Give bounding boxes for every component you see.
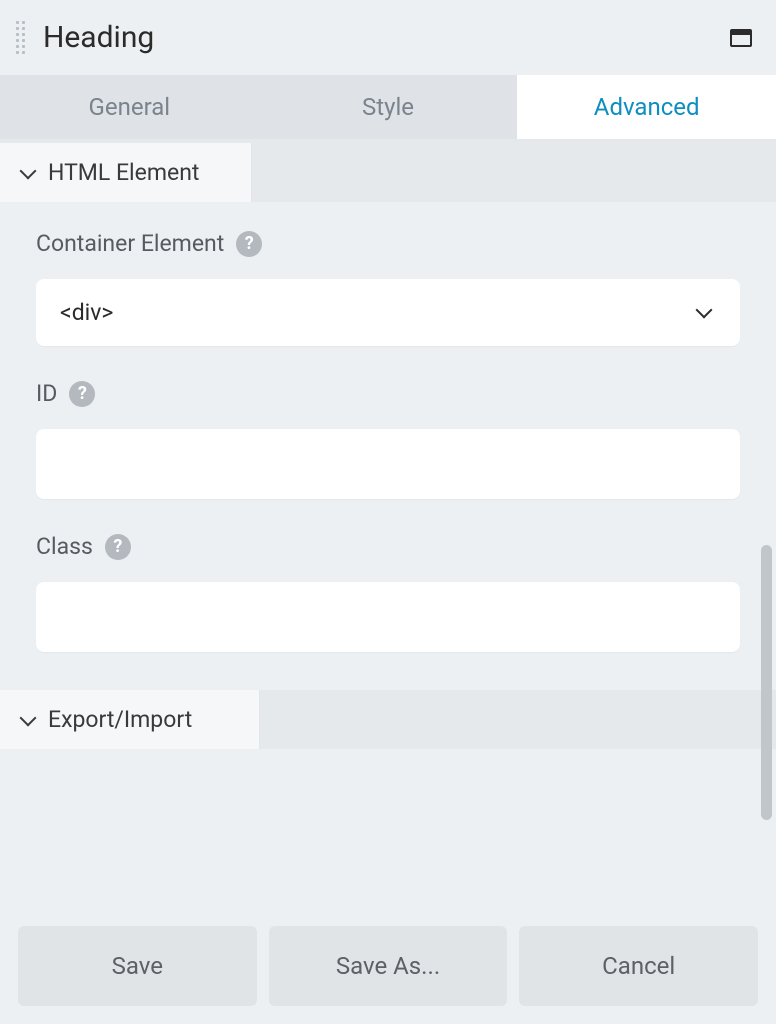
section-toggle-html-element[interactable]: HTML Element <box>0 143 252 202</box>
select-value: <div> <box>60 299 113 326</box>
panel-content: HTML Element Container Element ? <div> I… <box>0 143 776 914</box>
footer-actions: Save Save As... Cancel <box>0 914 776 1024</box>
tabs: General Style Advanced <box>0 75 776 143</box>
section-title-export-import: Export/Import <box>48 706 192 733</box>
section-html-element-row: HTML Element <box>0 143 776 202</box>
help-icon[interactable]: ? <box>69 381 95 407</box>
panel-title: Heading <box>43 20 730 55</box>
label-container-element: Container Element <box>36 230 224 257</box>
help-icon[interactable]: ? <box>236 231 262 257</box>
settings-panel: Heading General Style Advanced HTML Elem… <box>0 0 776 1024</box>
input-class[interactable] <box>36 582 740 652</box>
label-class: Class <box>36 533 93 560</box>
input-id[interactable] <box>36 429 740 499</box>
chevron-down-icon <box>20 709 37 726</box>
save-as-button[interactable]: Save As... <box>269 926 508 1006</box>
scrollbar-thumb[interactable] <box>761 545 772 820</box>
field-class: Class ? <box>36 533 740 652</box>
field-id: ID ? <box>36 380 740 499</box>
cancel-button[interactable]: Cancel <box>519 926 758 1006</box>
drag-handle-icon[interactable] <box>16 21 25 54</box>
save-button[interactable]: Save <box>18 926 257 1006</box>
responsive-icon[interactable] <box>730 29 752 47</box>
chevron-down-icon <box>696 301 713 318</box>
help-icon[interactable]: ? <box>105 534 131 560</box>
field-container-element: Container Element ? <div> <box>36 230 740 346</box>
chevron-down-icon <box>20 162 37 179</box>
tab-advanced[interactable]: Advanced <box>517 75 776 139</box>
select-container-element[interactable]: <div> <box>36 279 740 346</box>
section-export-import-row: Export/Import <box>0 690 776 749</box>
tab-style[interactable]: Style <box>259 75 518 139</box>
section-title-html-element: HTML Element <box>48 159 199 186</box>
section-body-html-element: Container Element ? <div> ID ? C <box>0 202 776 690</box>
tab-general[interactable]: General <box>0 75 259 139</box>
panel-header: Heading <box>0 0 776 75</box>
section-toggle-export-import[interactable]: Export/Import <box>0 690 260 749</box>
label-id: ID <box>36 380 57 407</box>
